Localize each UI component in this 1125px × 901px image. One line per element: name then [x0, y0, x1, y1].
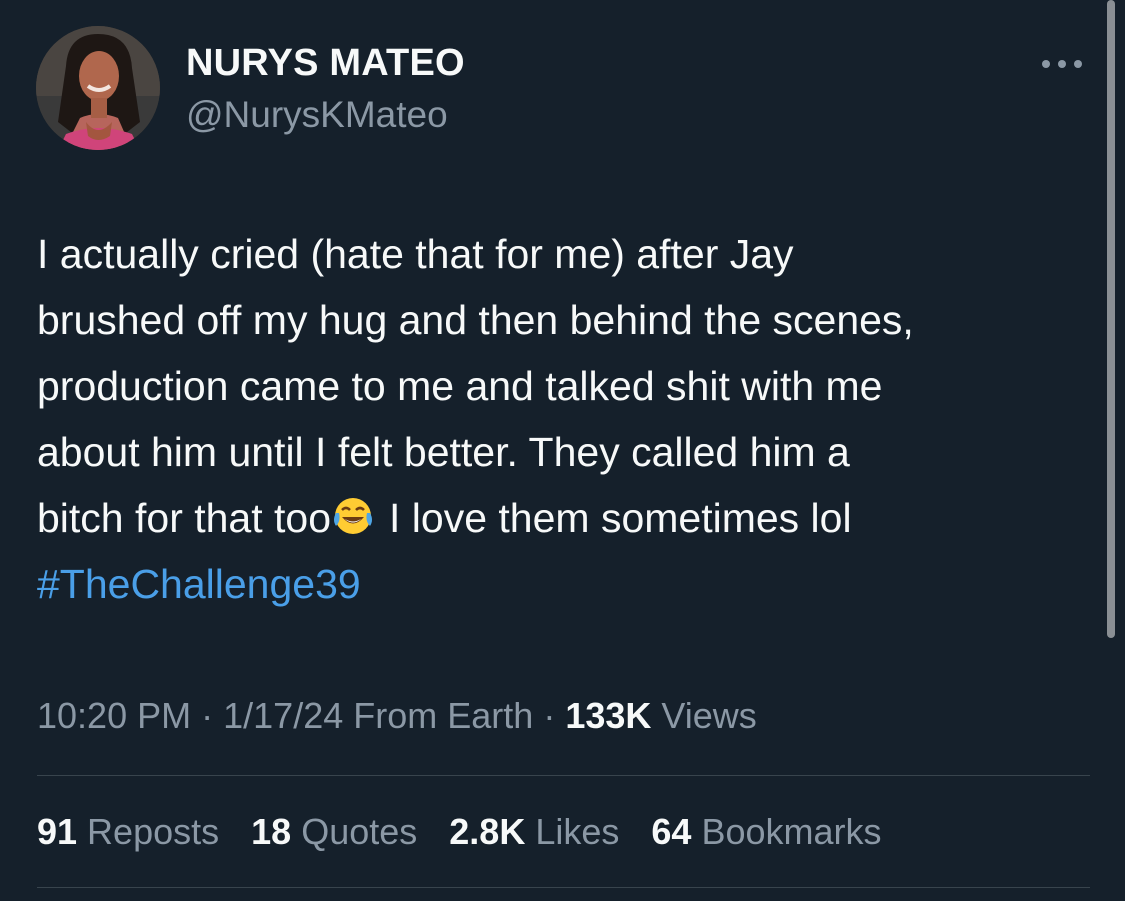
meta-separator: ·	[201, 695, 214, 736]
tweet-date[interactable]: 1/17/24	[223, 695, 343, 736]
divider	[37, 887, 1090, 888]
display-name[interactable]: NURYS MATEO	[186, 40, 465, 86]
reposts-stat[interactable]: 91 Reposts	[37, 809, 219, 855]
tweet-text: I actually cried (hate that for me) afte…	[37, 221, 1097, 617]
quotes-stat[interactable]: 18 Quotes	[251, 809, 417, 855]
tweet-line: I actually cried (hate that for me) afte…	[37, 231, 794, 277]
tweet-source: From Earth	[353, 695, 534, 736]
views-label: Views	[661, 695, 757, 736]
user-handle[interactable]: @NurysKMateo	[186, 92, 448, 138]
avatar[interactable]	[36, 26, 160, 150]
tweet-line: brushed off my hug and then behind the s…	[37, 297, 914, 343]
meta-separator: ·	[543, 695, 556, 736]
tweet-text-segment: bitch for that too	[37, 495, 332, 541]
tweet-time[interactable]: 10:20 PM	[37, 695, 191, 736]
profile-photo	[36, 26, 160, 150]
tweet-text-segment: I love them sometimes lol	[389, 495, 852, 541]
quotes-count: 18	[251, 811, 292, 852]
likes-stat[interactable]: 2.8K Likes	[449, 809, 619, 855]
bookmarks-label: Bookmarks	[701, 811, 882, 852]
reposts-label: Reposts	[87, 811, 220, 852]
views-count: 133K	[565, 695, 652, 736]
likes-count: 2.8K	[449, 811, 526, 852]
hashtag-link[interactable]: #TheChallenge39	[37, 551, 1097, 617]
engagement-stats: 91 Reposts 18 Quotes 2.8K Likes 64 Bookmarks	[37, 809, 904, 855]
scrollbar[interactable]	[1107, 0, 1115, 638]
bookmarks-stat[interactable]: 64 Bookmarks	[651, 809, 881, 855]
bookmarks-count: 64	[651, 811, 692, 852]
tweet-line: bitch for that too I love them sometimes…	[37, 485, 1097, 551]
face-with-tears-of-joy-emoji	[333, 489, 373, 534]
tweet-meta: 10:20 PM · 1/17/24 From Earth · 133K Vie…	[37, 693, 757, 739]
more-options-icon[interactable]	[1038, 52, 1086, 76]
divider	[37, 775, 1090, 776]
reposts-count: 91	[37, 811, 78, 852]
likes-label: Likes	[535, 811, 620, 852]
tweet-line: production came to me and talked shit wi…	[37, 363, 883, 409]
tweet-line: about him until I felt better. They call…	[37, 429, 850, 475]
quotes-label: Quotes	[301, 811, 418, 852]
